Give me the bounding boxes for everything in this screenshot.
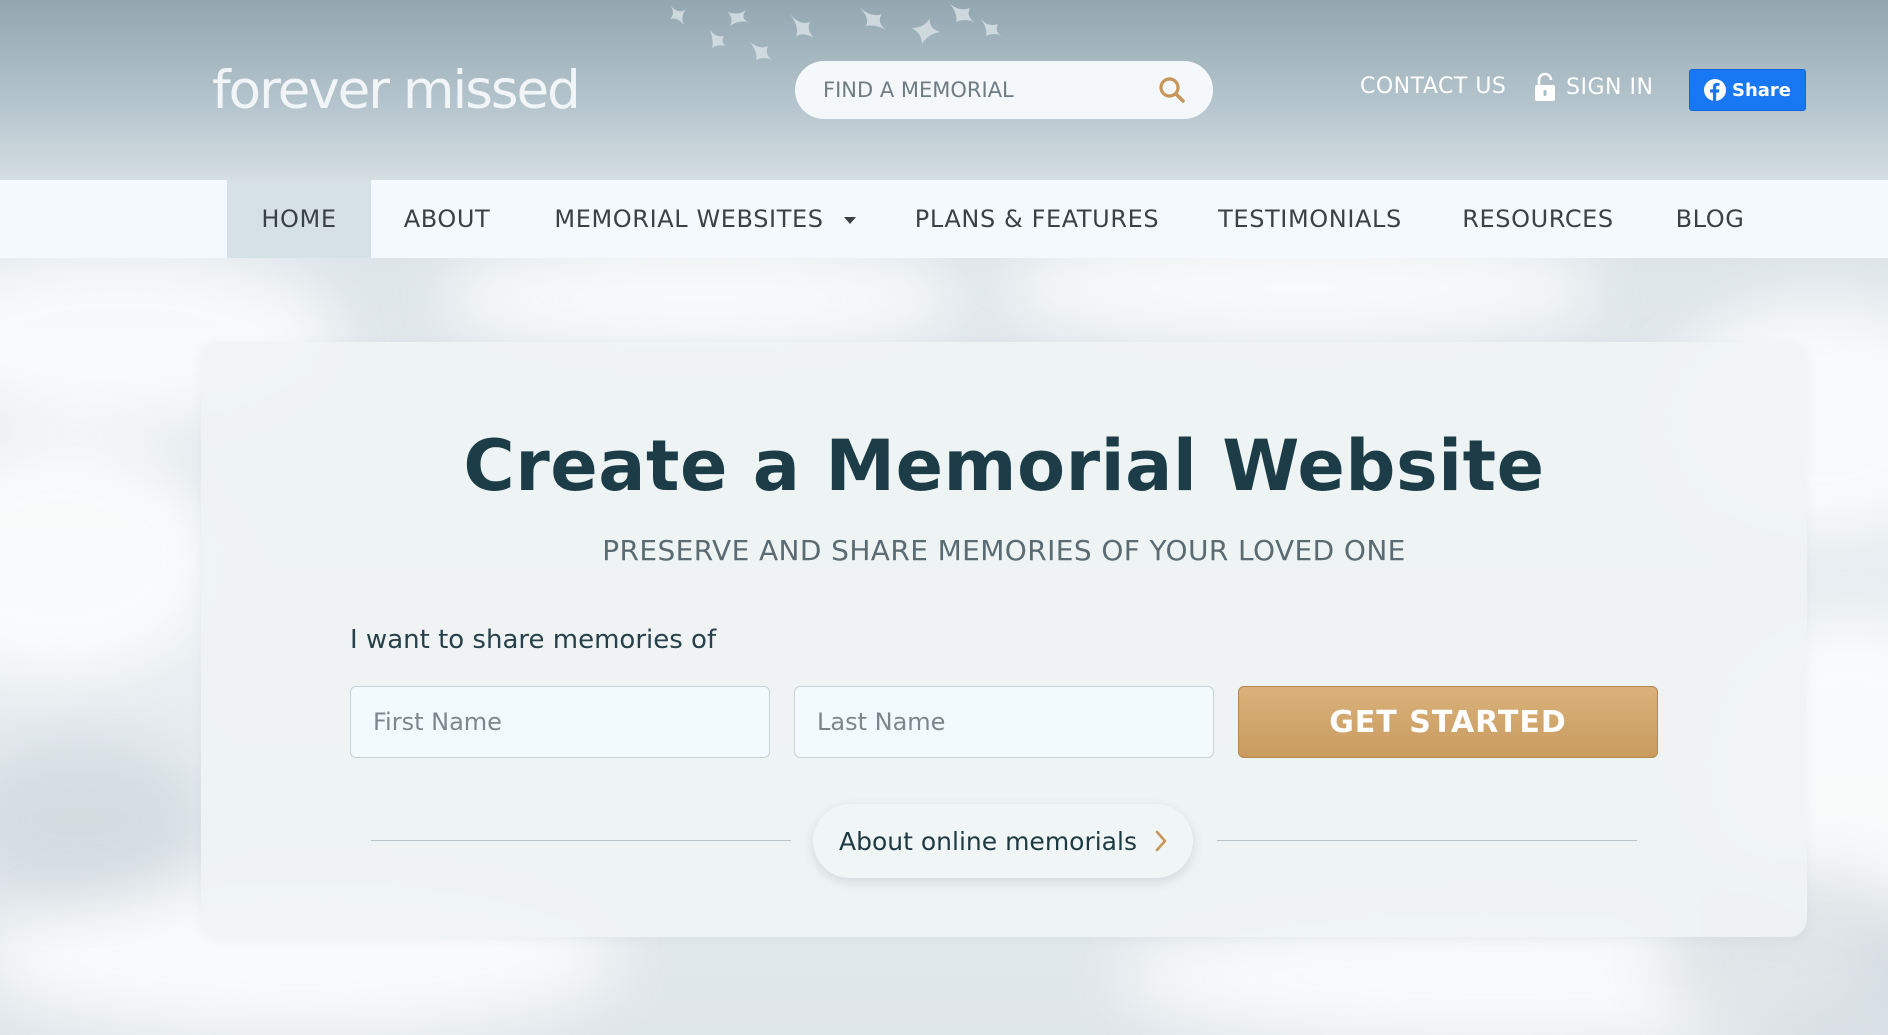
site-logo[interactable]: forever missed: [200, 38, 581, 143]
nav-item-label: PLANS & FEATURES: [914, 205, 1160, 233]
about-online-memorials-label: About online memorials: [839, 826, 1137, 856]
share-prompt-label: I want to share memories of: [350, 625, 717, 655]
nav-item-label: MEMORIAL WEBSITES: [554, 205, 824, 233]
nav-item-label: ABOUT: [403, 205, 491, 233]
nav-item-label: RESOURCES: [1462, 205, 1614, 233]
chevron-right-icon: [1155, 830, 1167, 852]
site-header: forever missed CONTACT US SIGN IN Share: [0, 0, 1888, 180]
nav-item-resources[interactable]: RESOURCES: [1450, 180, 1626, 258]
nav-item-home[interactable]: HOME: [227, 180, 371, 258]
chevron-down-icon: [843, 216, 856, 224]
nav-item-label: BLOG: [1675, 205, 1745, 233]
nav-item-plans-features[interactable]: PLANS & FEATURES: [902, 180, 1172, 258]
search-icon[interactable]: [1157, 75, 1187, 105]
nav-item-blog[interactable]: BLOG: [1660, 180, 1760, 258]
divider-right: [1217, 840, 1637, 841]
main-nav: HOME ABOUT MEMORIAL WEBSITES PLANS & FEA…: [0, 180, 1888, 258]
last-name-field[interactable]: [794, 686, 1214, 758]
sign-in-link[interactable]: SIGN IN: [1534, 72, 1653, 102]
lock-icon: [1535, 72, 1555, 101]
page-subtitle: PRESERVE AND SHARE MEMORIES OF YOUR LOVE…: [602, 534, 1406, 567]
nav-item-about[interactable]: ABOUT: [371, 180, 523, 258]
nav-item-label: HOME: [261, 205, 337, 233]
get-started-button[interactable]: GET STARTED: [1238, 686, 1658, 758]
sign-in-label: SIGN IN: [1566, 74, 1654, 100]
page-title: Create a Memorial Website: [463, 425, 1545, 507]
nav-item-testimonials[interactable]: TESTIMONIALS: [1200, 180, 1420, 258]
divider-left: [371, 840, 791, 841]
create-memorial-card: Create a Memorial Website PRESERVE AND S…: [201, 342, 1807, 937]
nav-item-memorial-websites[interactable]: MEMORIAL WEBSITES: [540, 180, 870, 258]
nav-item-label: TESTIMONIALS: [1218, 205, 1402, 233]
share-label: Share: [1731, 79, 1791, 101]
logo-text: forever missed: [212, 60, 581, 121]
about-online-memorials-button[interactable]: About online memorials: [813, 804, 1193, 878]
first-name-field[interactable]: [350, 686, 770, 758]
memorial-search: [795, 61, 1213, 119]
facebook-share-button[interactable]: Share: [1689, 69, 1806, 111]
facebook-icon: [1703, 79, 1726, 101]
contact-us-link[interactable]: CONTACT US: [1360, 74, 1506, 99]
search-input[interactable]: [821, 77, 1157, 103]
